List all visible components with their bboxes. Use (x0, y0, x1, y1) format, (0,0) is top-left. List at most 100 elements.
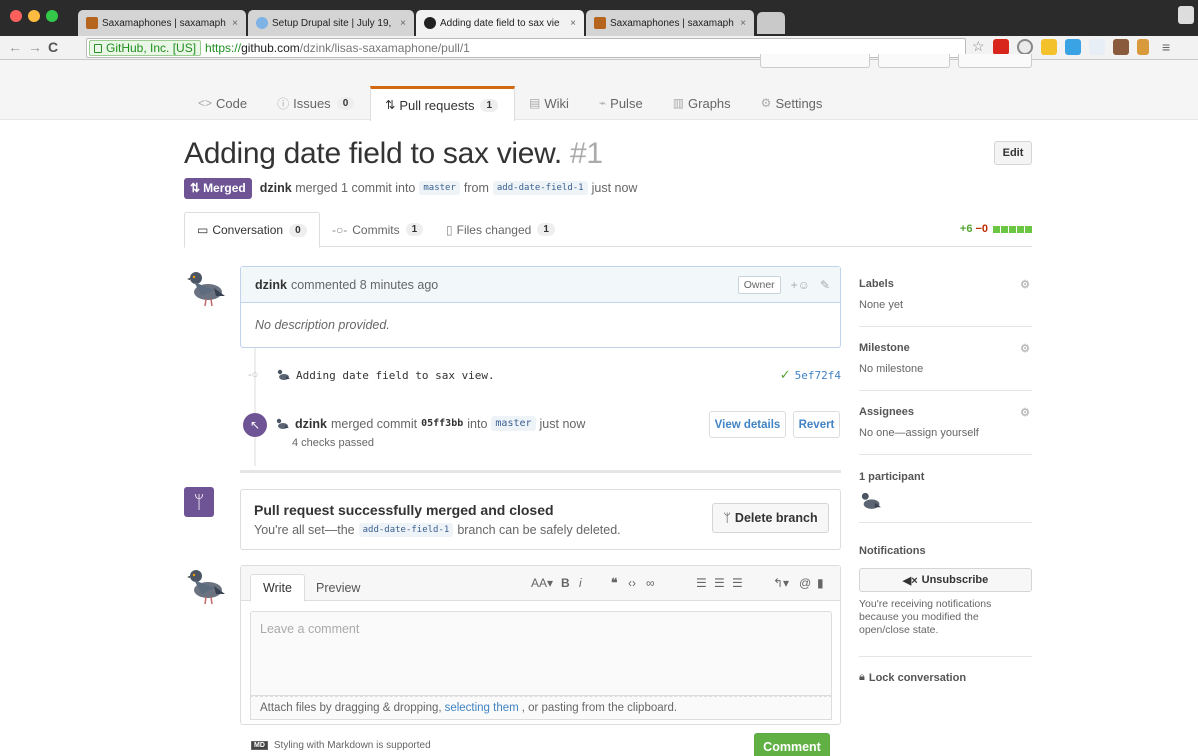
pull-request-icon: ⇅ (385, 98, 396, 112)
delete-branch-button[interactable]: ᛘ Delete branch (712, 503, 829, 533)
tab-preview[interactable]: Preview (304, 574, 372, 602)
forward-arrow-icon[interactable]: → (28, 39, 42, 55)
menu-icon[interactable]: ≡ (1162, 39, 1170, 55)
comment-textarea[interactable]: Leave a comment (250, 611, 832, 696)
participant-avatar[interactable] (859, 490, 881, 512)
graph-icon: ▥ (672, 96, 685, 110)
file-diff-icon: ▯ (446, 222, 453, 237)
repo-tab-graphs[interactable]: ▥ Graphs (659, 86, 747, 120)
repo-nav: <> Code ⓘ Issues 0 ⇅ Pull requests 1 ▤ W… (184, 86, 839, 121)
book-icon: ▤ (529, 96, 541, 110)
browser-tab[interactable]: Saxamaphones | saxamaph × (586, 10, 754, 36)
profile-icon[interactable] (1178, 6, 1194, 24)
tab-conversation[interactable]: ▭ Conversation 0 (184, 212, 320, 248)
commit-message-link[interactable]: Adding date field to sax view. (296, 369, 495, 382)
view-details-button[interactable]: View details (709, 411, 786, 438)
edit-title-button[interactable]: Edit (994, 141, 1032, 165)
attach-files-bar[interactable]: Attach files by dragging & dropping, sel… (250, 696, 832, 720)
extension-icon[interactable] (1113, 39, 1129, 55)
extension-icon[interactable] (1065, 39, 1081, 55)
unsubscribe-button[interactable]: ◀× Unsubscribe (859, 568, 1032, 592)
milestone-section: Milestone ⚙ No milestone (859, 342, 1030, 375)
tab-write[interactable]: Write (250, 574, 305, 602)
comment-submit-button[interactable]: Comment (754, 733, 830, 756)
task-list-icon[interactable]: ☰ (732, 576, 743, 590)
browser-tab[interactable]: Saxamaphones | saxamaph × (78, 10, 246, 36)
merge-commit-sha[interactable]: 05ff3bb (421, 418, 463, 429)
site-favicon-icon (594, 17, 606, 29)
ev-certificate-badge[interactable]: GitHub, Inc. [US] (89, 40, 202, 56)
base-branch: master (419, 181, 460, 195)
quote-icon[interactable]: ❝ (611, 576, 617, 590)
extension-icon[interactable] (993, 39, 1009, 55)
markdown-icon: MD (251, 741, 268, 750)
extension-icon[interactable] (1137, 39, 1149, 55)
add-reaction-icon[interactable]: +☺ (791, 278, 810, 292)
tab-commits[interactable]: -○- Commits 1 (332, 212, 424, 247)
author-link[interactable]: dzink (260, 181, 292, 195)
reply-icon[interactable]: ↰▾ (773, 576, 789, 590)
numbered-list-icon[interactable]: ☰ (714, 576, 725, 590)
reload-icon[interactable]: C (48, 39, 58, 55)
comment-header: dzink commented 8 minutes ago Owner +☺ ✎ (241, 267, 840, 303)
browser-tab-active[interactable]: Adding date field to sax vie × (416, 10, 584, 36)
head-branch: add-date-field-1 (492, 181, 588, 195)
pigeon-avatar[interactable] (184, 564, 226, 606)
bookmark-star-icon[interactable]: ☆ (972, 38, 985, 55)
code-icon: <> (198, 96, 213, 110)
fork-button[interactable] (958, 54, 1032, 68)
pencil-icon[interactable]: ✎ (820, 278, 830, 292)
tab-close-icon[interactable]: × (736, 18, 746, 29)
diffstat: +6 −0 (960, 223, 1032, 235)
back-arrow-icon[interactable]: ← (8, 39, 22, 55)
gear-icon[interactable]: ⚙ (1020, 278, 1030, 291)
repo-tab-wiki[interactable]: ▤ Wiki (515, 86, 585, 120)
gear-icon[interactable]: ⚙ (1020, 406, 1030, 419)
close-window-button[interactable] (10, 10, 22, 22)
mention-icon[interactable]: @ (799, 576, 811, 590)
sidebar-divider (859, 656, 1032, 657)
extension-icon[interactable] (1041, 39, 1057, 55)
pigeon-avatar[interactable] (184, 266, 226, 308)
merge-target-branch: master (491, 416, 536, 431)
repo-tab-code[interactable]: <> Code (184, 86, 263, 120)
extension-icon[interactable] (1017, 39, 1033, 55)
comment-author[interactable]: dzink (255, 278, 287, 292)
pr-description-comment: dzink commented 8 minutes ago Owner +☺ ✎… (240, 266, 841, 348)
repo-tab-pulse[interactable]: ⌁ Pulse (585, 86, 659, 120)
gear-icon[interactable]: ⚙ (1020, 342, 1030, 355)
tab-files-changed[interactable]: ▯ Files changed 1 (446, 212, 555, 247)
tab-close-icon[interactable]: × (228, 18, 238, 29)
browser-tab[interactable]: Setup Drupal site | July 19, × (248, 10, 414, 36)
commit-dot-icon: -○ (248, 369, 259, 381)
bold-icon[interactable]: B (561, 576, 570, 590)
code-icon[interactable]: ‹› (628, 576, 636, 590)
lock-conversation-link[interactable]: 🔒︎ Lock conversation (859, 671, 1032, 684)
repo-tab-settings[interactable]: ⚙ Settings (747, 86, 839, 120)
checks-status: 4 checks passed (292, 437, 374, 449)
assign-yourself-link[interactable]: No one—assign yourself (859, 427, 1032, 439)
merger-link[interactable]: dzink (295, 417, 327, 431)
italic-icon[interactable]: i (579, 576, 582, 590)
check-icon: ✓ (779, 367, 791, 382)
bookmark-icon[interactable]: ▮ (817, 576, 824, 590)
extension-icon[interactable] (1089, 39, 1105, 55)
link-icon[interactable]: ∞ (646, 576, 655, 590)
tab-close-icon[interactable]: × (396, 18, 406, 29)
text-size-icon[interactable]: AA▾ (531, 576, 553, 590)
github-favicon-icon (424, 17, 436, 29)
repo-tab-pull-requests[interactable]: ⇅ Pull requests 1 (370, 86, 516, 121)
star-button[interactable] (878, 54, 950, 68)
repo-tab-issues[interactable]: ⓘ Issues 0 (263, 86, 370, 120)
select-files-link[interactable]: selecting them (445, 702, 519, 714)
new-tab-button[interactable] (757, 12, 785, 34)
commit-sha-link[interactable]: ✓ 5ef72f4 (780, 367, 841, 383)
markdown-hint[interactable]: MD Styling with Markdown is supported (251, 740, 431, 751)
watch-button[interactable] (760, 54, 870, 68)
zoom-window-button[interactable] (46, 10, 58, 22)
tab-close-icon[interactable]: × (566, 18, 576, 29)
minimize-window-button[interactable] (28, 10, 40, 22)
issues-counter: 0 (336, 96, 355, 110)
revert-button[interactable]: Revert (793, 411, 840, 438)
bulleted-list-icon[interactable]: ☰ (696, 576, 707, 590)
